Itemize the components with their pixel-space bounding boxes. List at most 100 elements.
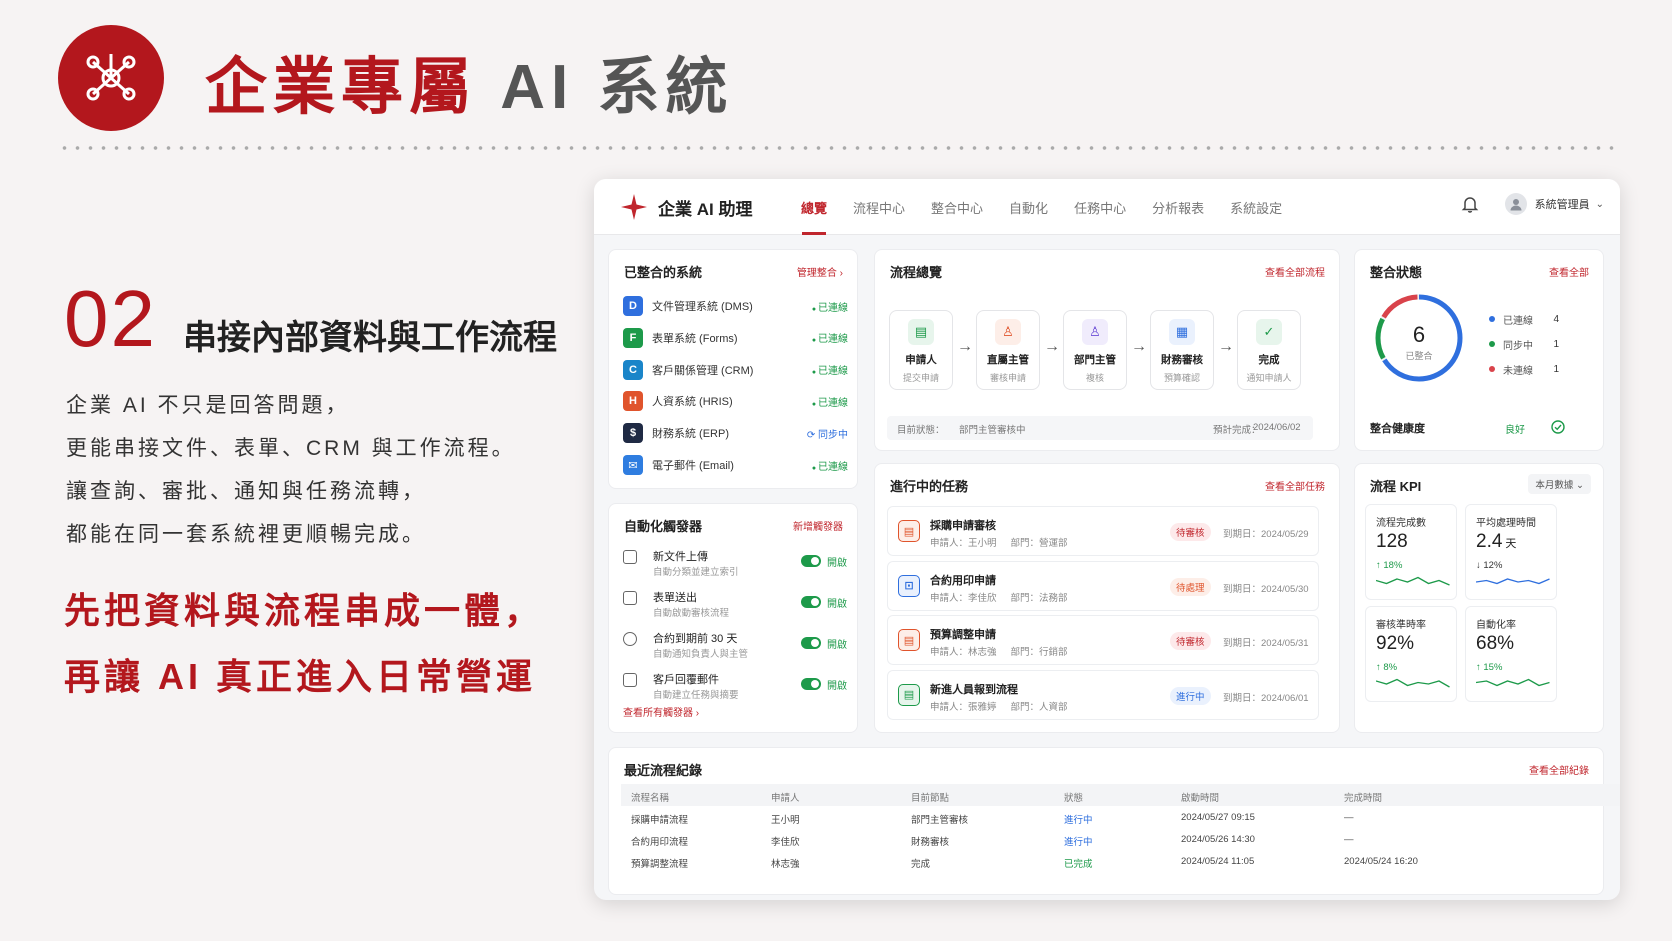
tab-1[interactable]: 流程中心 [840, 179, 918, 235]
health-value: 良好 [1505, 425, 1525, 436]
task-row[interactable]: ▤ 採購申請審核 申請人：王小明 部門：營運部 待審核 到期日：2024/05/29 [887, 506, 1319, 556]
records-table: 流程名稱 申請人 目前節點 狀態 啟動時間 完成時間 採購申請流程 王小明 部門主管審核 進行中 2… [621, 784, 1620, 872]
status-badge: 待處理 [1170, 577, 1211, 596]
task-row[interactable]: ▤ 新進人員報到流程 申請人：張雅婷 部門：人資部 進行中 到期日：2024/06/01 [887, 669, 1319, 720]
step-icon: ▤ [908, 319, 934, 345]
manage-integrations-link[interactable]: 管理整合 › [797, 264, 843, 279]
tab-2[interactable]: 整合中心 [918, 179, 996, 235]
card-title: 流程 KPI [1370, 479, 1422, 494]
kpi-label: 自動化率 [1476, 620, 1516, 631]
card-title: 最近流程紀錄 [624, 763, 703, 778]
toggle-label: 開啟 [827, 558, 847, 569]
task-due: 到期日：2024/06/01 [1223, 692, 1309, 704]
step-sub: 複核 [1085, 373, 1104, 383]
step-name: 完成 [1258, 354, 1280, 366]
task-row[interactable]: ⊡ 合約用印申請 申請人：李佳欣 部門：法務部 待處理 到期日：2024/05/30 [887, 560, 1319, 611]
status-label: 已連線 [818, 302, 848, 314]
add-trigger-link[interactable]: 新增觸發器 [793, 518, 843, 533]
trigger-desc: 自動分類並建立索引 [653, 567, 739, 578]
top-nav: 企業 AI 助理 總覽 流程中心 整合中心 自動化 任務中心 分析報表 系統設定 系統管理員… [594, 179, 1620, 235]
clock-icon [623, 632, 637, 646]
table-cell: 採購申請流程 [631, 815, 689, 826]
check-circle-icon [1551, 420, 1565, 434]
flow-step[interactable]: ✓ 完成 通知申請人 [1237, 310, 1301, 390]
trigger-name: 新文件上傳 [653, 551, 708, 563]
task-dept: 部門：營運部 [1010, 538, 1068, 549]
table-row[interactable]: 合約用印流程 李佳欣 財務審核 進行中 2024/05/26 14:30 — [621, 828, 1620, 850]
tasks-card: 進行中的任務 查看全部任務 ▤ 採購申請審核 申請人：王小明 部門：營運部 待審核 到期日… [874, 463, 1340, 733]
view-all-flows-link[interactable]: 查看全部流程 [1265, 264, 1325, 279]
step-sub: 提交申請 [902, 373, 939, 383]
trigger-row: 合約到期前 30 天自動通知負責人與主管 開啟 [623, 630, 848, 662]
system-row[interactable]: H 人資系統 (HRIS) ● 已連線 [623, 390, 848, 412]
legend-value: 1 [1553, 338, 1559, 350]
step-icon: ♙ [995, 319, 1021, 345]
highlight: 先把資料與流程串成一體， 再讓 AI 真正進入日常營運 [64, 578, 544, 710]
slide: 企業專屬 AI 系統 02 串接內部資料與工作流程 企業 AI 不只是回答問題，… [0, 0, 1672, 941]
trigger-name: 客戶回覆郵件 [653, 674, 719, 686]
tab-0[interactable]: 總覽 [788, 179, 840, 235]
trigger-toggle[interactable] [801, 555, 821, 567]
period-select[interactable]: 本月數據 ⌄ [1528, 474, 1591, 494]
system-row[interactable]: D 文件管理系統 (DMS) ● 已連線 [623, 295, 848, 317]
tab-3[interactable]: 自動化 [996, 179, 1061, 235]
table-row[interactable]: 採購申請流程 王小明 部門主管審核 進行中 2024/05/27 09:15 — [621, 806, 1620, 828]
table-cell: 合約用印流程 [631, 837, 689, 848]
system-row[interactable]: F 表單系統 (Forms) ● 已連線 [623, 327, 848, 349]
tab-6[interactable]: 系統設定 [1217, 179, 1295, 235]
table-cell: 完成 [911, 859, 931, 870]
kpi-delta: ↑ 8% [1376, 662, 1398, 673]
card-title: 進行中的任務 [890, 479, 969, 494]
legend-name: 已連線 [1503, 315, 1533, 327]
section-number: 02 [64, 274, 157, 363]
tab-4[interactable]: 任務中心 [1061, 179, 1139, 235]
link-label: 查看所有觸發器 [623, 708, 693, 719]
task-applicant: 申請人：李佳欣 [930, 592, 997, 604]
step-icon: ✓ [1256, 319, 1282, 345]
page-title: 企業專屬 AI 系統 [205, 50, 733, 126]
description-line: 讓查詢、審批、通知與任務流轉， [66, 480, 426, 503]
system-row[interactable]: ✉ 電子郵件 (Email) ● 已連線 [623, 454, 848, 476]
task-meta: 申請人：李佳欣 部門：法務部 [930, 590, 1068, 604]
trigger-toggle[interactable] [801, 637, 821, 649]
user-name[interactable]: 系統管理員 [1535, 196, 1590, 212]
flow-step[interactable]: ▤ 申請人 提交申請 [889, 310, 953, 390]
flow-step[interactable]: ♙ 直屬主管 審核申請 [976, 310, 1040, 390]
view-all-records-link[interactable]: 查看全部紀錄 [1529, 762, 1589, 777]
legend-dot-icon [1489, 341, 1495, 347]
task-due: 到期日：2024/05/30 [1223, 583, 1309, 595]
status-label: 已連線 [818, 461, 848, 473]
nav-right: 系統管理員 ⌄ [1461, 193, 1604, 215]
kpi-label: 平均處理時間 [1476, 518, 1536, 529]
description-line: 都能在同一套系統裡更順暢完成。 [66, 523, 426, 546]
trigger-toggle[interactable] [801, 678, 821, 690]
task-row[interactable]: ▤ 預算調整申請 申請人：林志強 部門：行銷部 待審核 到期日：2024/05/31 [887, 615, 1319, 665]
trigger-toggle[interactable] [801, 596, 821, 608]
view-all-tasks-link[interactable]: 查看全部任務 [1265, 478, 1325, 493]
column-header: 啟動時間 [1181, 793, 1220, 804]
bell-icon[interactable] [1461, 195, 1479, 213]
health-label: 整合健康度 [1370, 423, 1425, 435]
status-label: 已連線 [818, 334, 848, 346]
table-row[interactable]: 預算調整流程 林志強 完成 已完成 2024/05/24 11:05 2024/05/24… [621, 850, 1620, 872]
system-name: 財務系統 (ERP) [652, 428, 729, 441]
table-cell: 林志強 [771, 859, 800, 870]
tab-5[interactable]: 分析報表 [1139, 179, 1217, 235]
brand[interactable]: 企業 AI 助理 [620, 193, 752, 221]
step-sub: 審核申請 [989, 373, 1026, 383]
system-row[interactable]: $ 財務系統 (ERP) ⟳ 同步中 [623, 422, 848, 444]
kpi-number: 2.4 [1476, 531, 1503, 552]
app-screenshot: 企業 AI 助理 總覽 流程中心 整合中心 自動化 任務中心 分析報表 系統設定 系統管理員… [594, 179, 1620, 900]
view-all-triggers-link[interactable]: 查看所有觸發器 › [623, 704, 699, 719]
view-all-integrations-link[interactable]: 查看全部 [1549, 264, 1589, 279]
user-icon [1510, 199, 1522, 211]
task-dept: 部門：行銷部 [1010, 647, 1068, 658]
avatar[interactable] [1504, 193, 1527, 215]
task-due: 到期日：2024/05/31 [1223, 638, 1309, 649]
system-row[interactable]: C 客戶關係管理 (CRM) ● 已連線 [623, 359, 848, 381]
current-status-label: 目前狀態： [897, 425, 945, 436]
chevron-down-icon[interactable]: ⌄ [1596, 199, 1604, 210]
status-label: 已連線 [818, 366, 848, 378]
flow-step[interactable]: ♙ 部門主管 複核 [1063, 310, 1127, 390]
flow-step[interactable]: ▦ 財務審核 預算確認 [1150, 310, 1214, 390]
